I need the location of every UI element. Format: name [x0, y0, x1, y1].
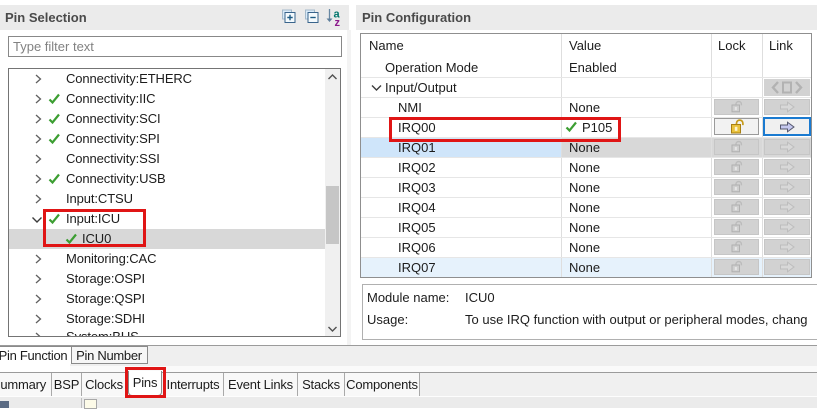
svg-text:z: z	[335, 17, 341, 26]
